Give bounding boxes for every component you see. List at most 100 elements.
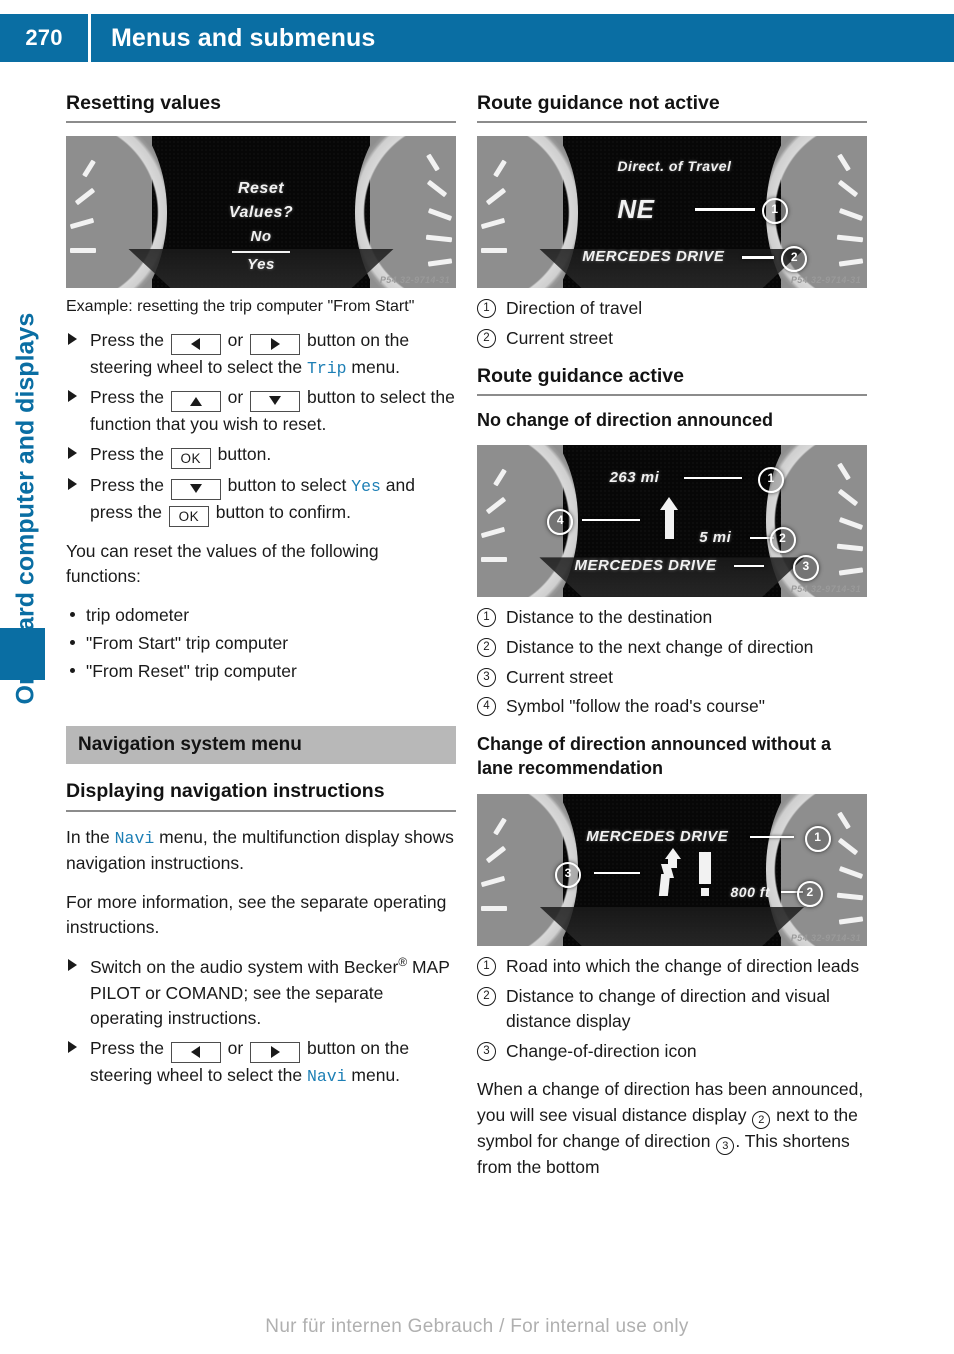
step-text: Press the or button on the steering whee… bbox=[90, 329, 410, 378]
callout-line-3 bbox=[734, 564, 765, 568]
steps-navigation: Switch on the audio system with Becker® … bbox=[66, 954, 456, 1089]
label-direction-of-travel: Direct. of Travel bbox=[617, 158, 732, 175]
legend-item: 2 Current street bbox=[477, 326, 867, 351]
heading-route-guidance-not-active: Route guidance not active bbox=[477, 92, 867, 124]
bullet-icon bbox=[70, 667, 75, 673]
step-arrow-icon bbox=[68, 477, 77, 490]
step-text: Switch on the audio system with Becker® … bbox=[90, 955, 450, 1028]
nav-step-2-b: or bbox=[222, 1038, 249, 1059]
step-arrow-icon bbox=[68, 1041, 77, 1054]
legend-item: 4 Symbol "follow the road's course" bbox=[477, 694, 867, 719]
legend-item: 3 Change-of-direction icon bbox=[477, 1039, 867, 1064]
step-item: Press the or button on the steering whee… bbox=[66, 1036, 456, 1089]
legend-number: 1 bbox=[477, 607, 496, 627]
key-ok[interactable]: OK bbox=[168, 505, 209, 527]
legend-route-guidance-not-active: 1 Direction of travel 2 Current street bbox=[477, 296, 867, 351]
reset-line-4: Yes bbox=[247, 256, 275, 274]
value-current-street: MERCEDES DRIVE bbox=[574, 556, 717, 574]
step-text: Press the OK button. bbox=[90, 444, 271, 469]
figure-no-change-of-direction: 263 mi 1 4 5 mi 2 MERCEDES DRIVE 3 P54.3… bbox=[477, 444, 867, 597]
page-header-bar: 270 Menus and submenus bbox=[0, 14, 954, 62]
gauge-ticks-right bbox=[817, 136, 864, 288]
subheading-change-of-direction: Change of direction announced without a … bbox=[477, 734, 831, 778]
chapter-side-tab-marker bbox=[0, 628, 45, 680]
reset-selection-divider bbox=[232, 251, 290, 253]
legend-number: 1 bbox=[477, 299, 496, 319]
nav-step-2-d: menu. bbox=[346, 1065, 401, 1086]
callout-1: 1 bbox=[761, 198, 788, 225]
key-right-arrow[interactable] bbox=[250, 333, 301, 355]
bullet-icon bbox=[70, 639, 75, 645]
gauge-ticks-right bbox=[406, 136, 453, 288]
nav-step-2-a: Press the bbox=[90, 1038, 169, 1059]
left-column: Resetting values Reset Values? No Yes P5… bbox=[66, 92, 456, 1101]
gauge-ticks-left bbox=[480, 136, 527, 288]
list-item: "From Start" trip computer bbox=[66, 631, 456, 657]
inline-callout-2: 2 bbox=[752, 1111, 771, 1130]
key-left-arrow[interactable] bbox=[170, 333, 221, 355]
legend-item: 1 Direction of travel bbox=[477, 296, 867, 321]
figure-change-of-direction: MERCEDES DRIVE 1 3 800 ft 2 P54.32-9714-… bbox=[477, 794, 867, 947]
subheading-no-change-of-direction: No change of direction announced bbox=[477, 410, 774, 431]
legend-item: 2 Distance to change of direction and vis… bbox=[477, 984, 867, 1034]
list-item-label: "From Start" trip computer bbox=[86, 632, 289, 653]
callout-line-1 bbox=[695, 208, 756, 211]
step-arrow-icon bbox=[68, 959, 77, 972]
gauge-ticks-left bbox=[69, 136, 116, 288]
page-number: 270 bbox=[25, 25, 63, 50]
step-text: Press the or button on the steering whee… bbox=[90, 1038, 409, 1086]
legend-number: 1 bbox=[477, 957, 496, 977]
key-up-arrow[interactable] bbox=[170, 391, 221, 413]
figure-reset-values-cluster: Reset Values? No Yes P54.32-9714-31 bbox=[66, 136, 456, 289]
step-text: Press the or button to select the functi… bbox=[90, 387, 455, 435]
key-right-arrow[interactable] bbox=[250, 1042, 301, 1064]
chapter-side-tab: On-board computer and displays bbox=[0, 90, 52, 710]
nav-paragraph-1: In the Navi menu, the multifunction disp… bbox=[66, 825, 456, 877]
legend-number: 2 bbox=[477, 637, 496, 657]
page-title: Menus and submenus bbox=[111, 23, 376, 52]
legend-label: Current street bbox=[506, 328, 613, 349]
callout-3: 3 bbox=[555, 862, 581, 889]
value-direction: NE bbox=[617, 194, 655, 225]
gauge-ticks-right bbox=[817, 794, 864, 946]
callout-line-2 bbox=[742, 256, 775, 259]
legend-label: Direction of travel bbox=[506, 298, 643, 319]
legend-number: 2 bbox=[477, 986, 496, 1006]
callout-line-3 bbox=[594, 872, 640, 875]
legend-label: Road into which the change of direction … bbox=[506, 956, 860, 977]
legend-number: 4 bbox=[477, 697, 496, 717]
callout-3: 3 bbox=[792, 554, 819, 581]
list-item: "From Reset" trip computer bbox=[66, 659, 456, 685]
list-item: trip odometer bbox=[66, 603, 456, 629]
closing-paragraph: When a change of direction has been anno… bbox=[477, 1077, 867, 1180]
key-ok[interactable]: OK bbox=[170, 447, 211, 469]
legend-change-of-direction: 1 Road into which the change of direction… bbox=[477, 954, 867, 1063]
legend-label: Symbol "follow the road's course" bbox=[506, 696, 765, 717]
callout-4: 4 bbox=[547, 508, 574, 535]
reset-line-2: Values? bbox=[228, 204, 294, 222]
legend-item: 1 Road into which the change of direction… bbox=[477, 954, 867, 979]
bullet-icon bbox=[70, 612, 75, 618]
key-down-arrow[interactable] bbox=[170, 478, 221, 500]
inline-callout-3: 3 bbox=[716, 1137, 735, 1156]
menu-name-navi: Navi bbox=[114, 828, 155, 848]
value-current-street: MERCEDES DRIVE bbox=[582, 248, 725, 266]
legend-item: 3 Current street bbox=[477, 665, 867, 690]
registered-trademark-icon: ® bbox=[398, 955, 408, 970]
legend-label: Distance to the destination bbox=[506, 606, 713, 627]
change-of-direction-icon bbox=[653, 848, 681, 897]
key-left-arrow[interactable] bbox=[170, 1042, 221, 1064]
legend-number: 2 bbox=[477, 329, 496, 349]
legend-no-change-of-direction: 1 Distance to the destination 2 Distance t… bbox=[477, 605, 867, 719]
legend-label: Distance to change of direction and visu… bbox=[506, 985, 830, 1031]
step-item: Press the button to select Yes and press… bbox=[66, 473, 456, 527]
nav-paragraph-2: For more information, see the separate o… bbox=[66, 891, 447, 938]
chapter-side-tab-label: On-board computer and displays bbox=[11, 312, 40, 705]
legend-item: 1 Distance to the destination bbox=[477, 605, 867, 630]
key-down-arrow[interactable] bbox=[250, 391, 301, 413]
heading-displaying-navigation-instructions: Displaying navigation instructions bbox=[66, 780, 456, 812]
value-distance-next: 5 mi bbox=[699, 528, 732, 546]
step-item: Press the OK button. bbox=[66, 442, 456, 469]
gauge-ticks-right bbox=[817, 445, 864, 597]
